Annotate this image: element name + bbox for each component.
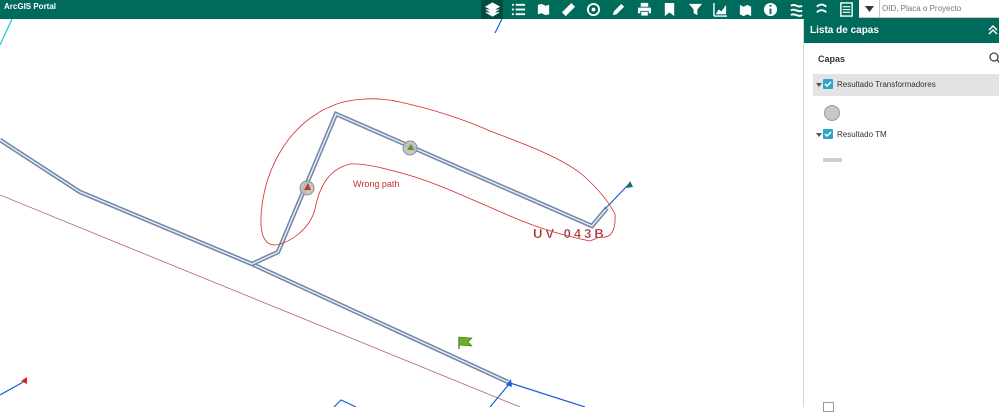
filter-button[interactable]	[684, 0, 706, 19]
select-icon	[815, 3, 827, 14]
panel-title: Lista de capas	[810, 25, 879, 36]
bookmark-icon	[664, 2, 674, 17]
pencil-icon	[612, 3, 624, 16]
query-icon	[789, 4, 803, 17]
search-input[interactable]	[882, 1, 996, 15]
table-icon	[839, 2, 853, 17]
layer-list-panel: Lista de capas Capas Resultado Transform…	[803, 19, 999, 412]
blue-line-bottom	[489, 382, 511, 407]
blue-line-left	[0, 380, 26, 396]
layer-list-button[interactable]	[507, 0, 529, 19]
layers-section-label: Capas	[818, 54, 846, 64]
table-button[interactable]	[835, 0, 857, 19]
top-toolbar: ArcGIS Portal	[0, 0, 999, 19]
print-button[interactable]	[633, 0, 655, 19]
blue-line-end	[604, 183, 630, 210]
draw-button[interactable]	[582, 0, 604, 19]
search-box	[859, 0, 999, 18]
draw-icon	[586, 2, 600, 17]
flag-icon	[458, 336, 473, 349]
info-button[interactable]	[759, 0, 781, 19]
layer-visibility-checkbox[interactable]	[823, 129, 833, 139]
filter-icon	[688, 3, 702, 16]
teal-arrow-marker	[626, 181, 633, 188]
chevron-up-icon	[988, 24, 998, 35]
chart-icon	[712, 2, 727, 17]
blue-line-bottom-left	[333, 399, 357, 407]
app-title: ArcGIS Portal	[4, 2, 57, 11]
cyan-line	[0, 19, 13, 46]
basemap-button[interactable]	[532, 0, 554, 19]
info-icon	[763, 2, 777, 17]
chevron-down-icon[interactable]	[816, 132, 822, 138]
select-button[interactable]	[810, 0, 832, 19]
blue-line-bottom-right	[509, 382, 586, 407]
chart-button[interactable]	[709, 0, 731, 19]
layers-button[interactable]	[481, 0, 503, 19]
legend-symbol-line	[823, 158, 842, 162]
layer-name: Resultado Transformadores	[837, 80, 936, 89]
chevron-down-icon[interactable]	[816, 82, 822, 88]
collapse-panel-button[interactable]	[987, 22, 999, 38]
legend-symbol-circle	[824, 105, 840, 121]
pencil-button[interactable]	[607, 0, 629, 19]
basemap-icon	[537, 3, 549, 16]
measure-icon	[561, 2, 575, 17]
search-icon	[989, 52, 999, 63]
layer-search-button[interactable]	[988, 51, 999, 65]
chevron-down-icon	[864, 5, 874, 12]
layer-visibility-checkbox[interactable]	[823, 79, 833, 89]
search-source-dropdown[interactable]	[859, 0, 880, 17]
panel-footer-checkbox[interactable]	[823, 402, 834, 412]
layer-item-resultado-tm[interactable]: Resultado TM	[813, 124, 999, 146]
measure-button[interactable]	[557, 0, 579, 19]
print-icon	[637, 2, 651, 17]
report-button[interactable]	[734, 0, 756, 19]
map-view[interactable]: Wrong path UV 043B	[0, 19, 803, 407]
layers-icon	[484, 2, 500, 17]
panel-header: Lista de capas	[804, 19, 999, 43]
parcel-boundary-line	[0, 194, 521, 407]
layer-name: Resultado TM	[837, 130, 887, 139]
report-icon	[739, 4, 751, 17]
map-canvas: Wrong path UV 043B	[0, 19, 633, 407]
bookmark-button[interactable]	[658, 0, 680, 19]
query-button[interactable]	[785, 0, 807, 19]
checkmark-icon	[824, 81, 832, 88]
feature-label: UV 043B	[533, 226, 607, 241]
blue-line-top	[494, 19, 503, 34]
layer-item-resultado-transformadores[interactable]: Resultado Transformadores	[813, 74, 999, 96]
wrong-path-label: Wrong path	[353, 179, 399, 189]
checkmark-icon	[824, 131, 832, 138]
layer-list-icon	[511, 3, 525, 16]
